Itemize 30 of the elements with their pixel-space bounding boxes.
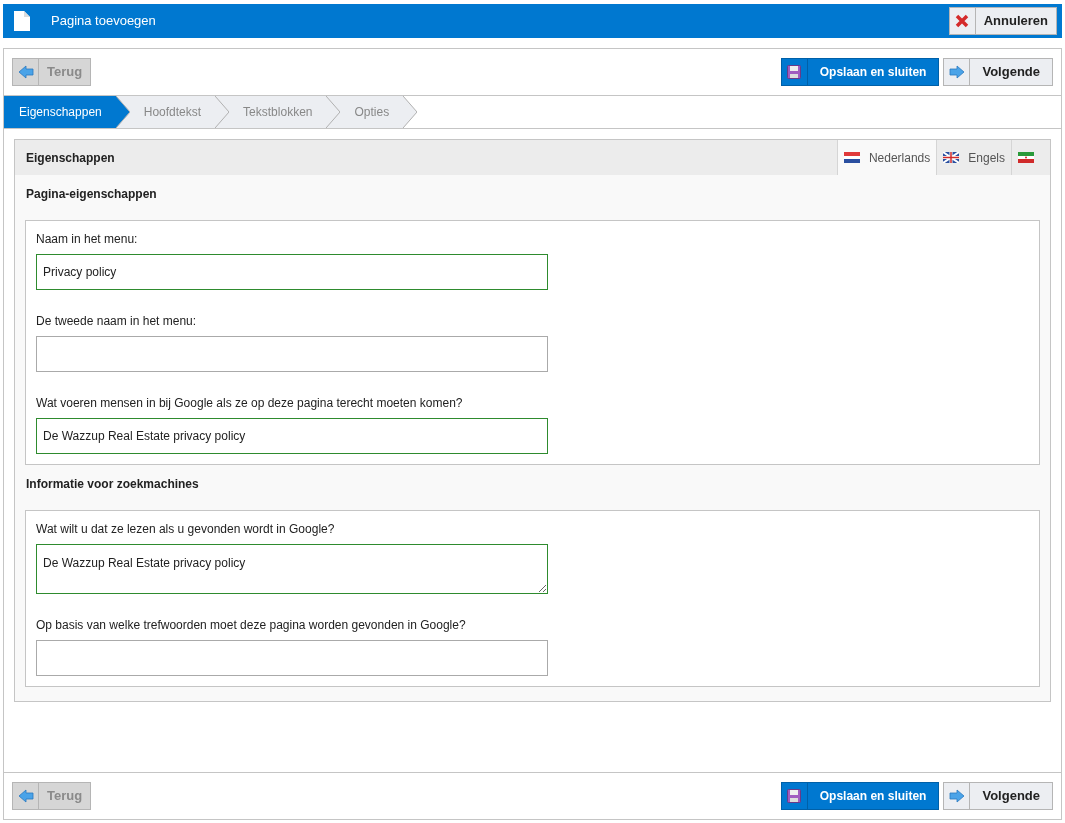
input-field[interactable]: Privacy policy [36, 254, 548, 290]
right-arrow-icon [948, 65, 965, 79]
flag-icon [1018, 152, 1034, 163]
document-icon [13, 10, 31, 32]
next-button[interactable]: Volgende [943, 782, 1053, 810]
left-arrow-icon [17, 65, 34, 79]
close-icon [955, 14, 970, 28]
text-area[interactable]: De Wazzup Real Estate privacy policy [36, 544, 548, 594]
cancel-button[interactable]: Annuleren [948, 7, 1057, 35]
language-tab[interactable]: Nederlands [836, 140, 937, 175]
left-arrow-icon [17, 789, 34, 803]
field-label: Wat voeren mensen in bij Google als ze op deze pagina terecht moeten komen? [36, 395, 464, 412]
input-field[interactable] [36, 640, 548, 676]
section-heading: Pagina-eigenschappen [25, 186, 158, 203]
next-button[interactable]: Volgende [943, 58, 1053, 86]
save-and-close-button[interactable]: Opslaan en sluiten [780, 782, 940, 810]
flag-icon [843, 152, 860, 163]
field-label: De tweede naam in het menu: [36, 313, 198, 330]
field-label: Op basis van welke trefwoorden moet deze pagina worden gevonden in Google? [36, 617, 467, 634]
input-field[interactable]: De Wazzup Real Estate privacy policy [36, 418, 548, 454]
flag-icon [943, 152, 960, 163]
chevron-icon [403, 96, 418, 128]
section-heading: Informatie voor zoekmachines [25, 476, 200, 493]
field-label: Wat wilt u dat ze lezen als u gevonden wordt in Google? [36, 521, 336, 538]
save-and-close-button[interactable]: Opslaan en sluiten [780, 58, 940, 86]
window-title: Pagina toevoegen [51, 12, 156, 31]
input-field[interactable] [36, 336, 548, 372]
field-label: Naam in het menu: [36, 231, 139, 248]
panel-title: Eigenschappen [25, 149, 115, 167]
right-arrow-icon [948, 789, 965, 803]
